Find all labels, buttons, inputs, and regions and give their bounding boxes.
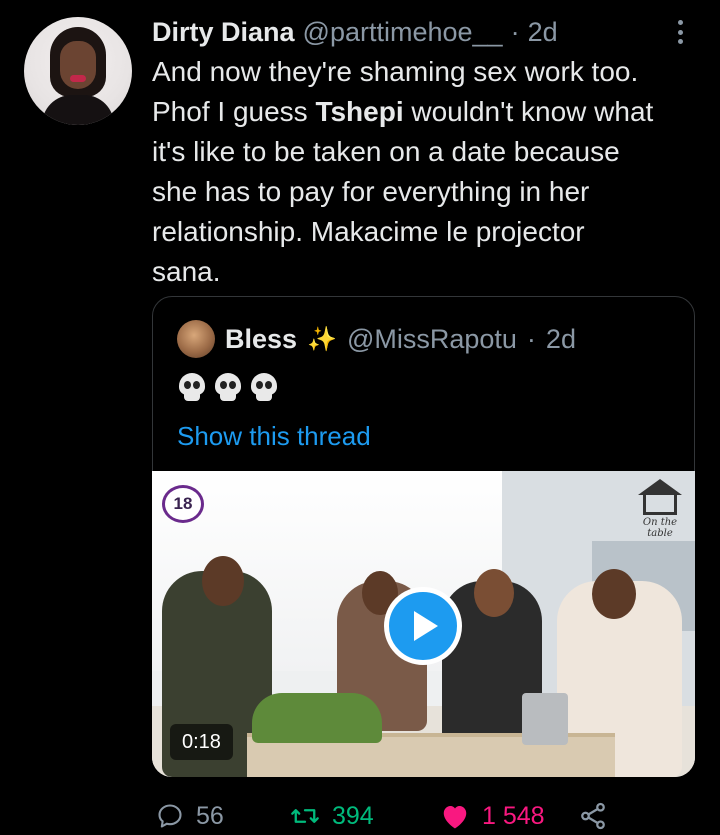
tweet-text-line: And now they're shaming sex work too. xyxy=(152,56,639,87)
tweet-actions: 56 394 1 548 xyxy=(152,796,622,835)
like-button[interactable]: 1 548 xyxy=(440,796,545,835)
author-avatar[interactable] xyxy=(24,17,132,125)
scene-head xyxy=(202,556,244,606)
more-options-icon[interactable] xyxy=(672,18,688,46)
tweet-time[interactable]: 2d xyxy=(528,17,558,48)
retweet-count: 394 xyxy=(332,801,374,830)
scene-head xyxy=(592,569,636,619)
video-thumbnail[interactable]: 18 On the table 0:18 xyxy=(152,471,695,777)
skull-icon xyxy=(213,373,243,403)
sparkles-icon: ✨ xyxy=(307,325,337,353)
video-duration: 0:18 xyxy=(170,724,233,760)
tweet-text-fragment: Phof I guess xyxy=(152,96,316,127)
like-count: 1 548 xyxy=(482,801,545,830)
quoted-author-handle[interactable]: @MissRapotu xyxy=(347,324,517,355)
avatar-lips xyxy=(70,75,86,82)
avatar-body xyxy=(42,95,114,125)
play-button[interactable] xyxy=(384,587,462,665)
scene-head xyxy=(474,569,514,617)
age-rating-badge: 18 xyxy=(162,485,204,523)
quoted-tweet-text xyxy=(177,373,279,403)
quoted-author-avatar[interactable] xyxy=(177,320,215,358)
quoted-tweet-header: Bless ✨ @MissRapotu · 2d xyxy=(177,319,576,359)
scene-plant xyxy=(252,693,382,743)
reply-button[interactable]: 56 xyxy=(156,796,224,835)
reply-icon xyxy=(156,802,184,830)
author-name[interactable]: Dirty Diana xyxy=(152,17,295,48)
mention-bold: Tshepi xyxy=(315,96,404,127)
separator-dot: · xyxy=(510,16,520,47)
heart-icon xyxy=(440,802,470,830)
tweet-text-line: she has to pay for everything in her xyxy=(152,176,590,207)
tweet-text-line: relationship. Makacime le projector xyxy=(152,216,585,247)
skull-icon xyxy=(177,373,207,403)
tweet-header: Dirty Diana @parttimehoe__ · 2d xyxy=(152,14,558,50)
retweet-icon xyxy=(290,802,320,830)
tweet-text: And now they're shaming sex work too. Ph… xyxy=(152,52,707,292)
tweet-text-line: sana. xyxy=(152,256,221,287)
show-logo: On the table xyxy=(630,477,690,539)
play-icon xyxy=(414,611,438,641)
tweet[interactable]: Dirty Diana @parttimehoe__ · 2d And now … xyxy=(0,0,720,835)
skull-icon xyxy=(249,373,279,403)
show-logo-script: On the table xyxy=(642,517,678,539)
share-button[interactable] xyxy=(578,796,608,835)
quoted-tweet-time: 2d xyxy=(545,323,576,354)
tweet-text-line: it's like to be taken on a date because xyxy=(152,136,620,167)
tweet-text-line: Phof I guess Tshepi wouldn't know what xyxy=(152,92,707,132)
separator-dot: · xyxy=(526,323,536,354)
tweet-text-fragment: wouldn't know what xyxy=(403,96,654,127)
show-thread-link[interactable]: Show this thread xyxy=(177,421,371,452)
retweet-button[interactable]: 394 xyxy=(290,796,374,835)
scene-ice-bucket xyxy=(522,693,568,745)
author-handle[interactable]: @parttimehoe__ xyxy=(303,17,503,48)
share-icon xyxy=(578,801,608,831)
reply-count: 56 xyxy=(196,801,224,830)
quoted-author-name[interactable]: Bless xyxy=(225,324,297,355)
